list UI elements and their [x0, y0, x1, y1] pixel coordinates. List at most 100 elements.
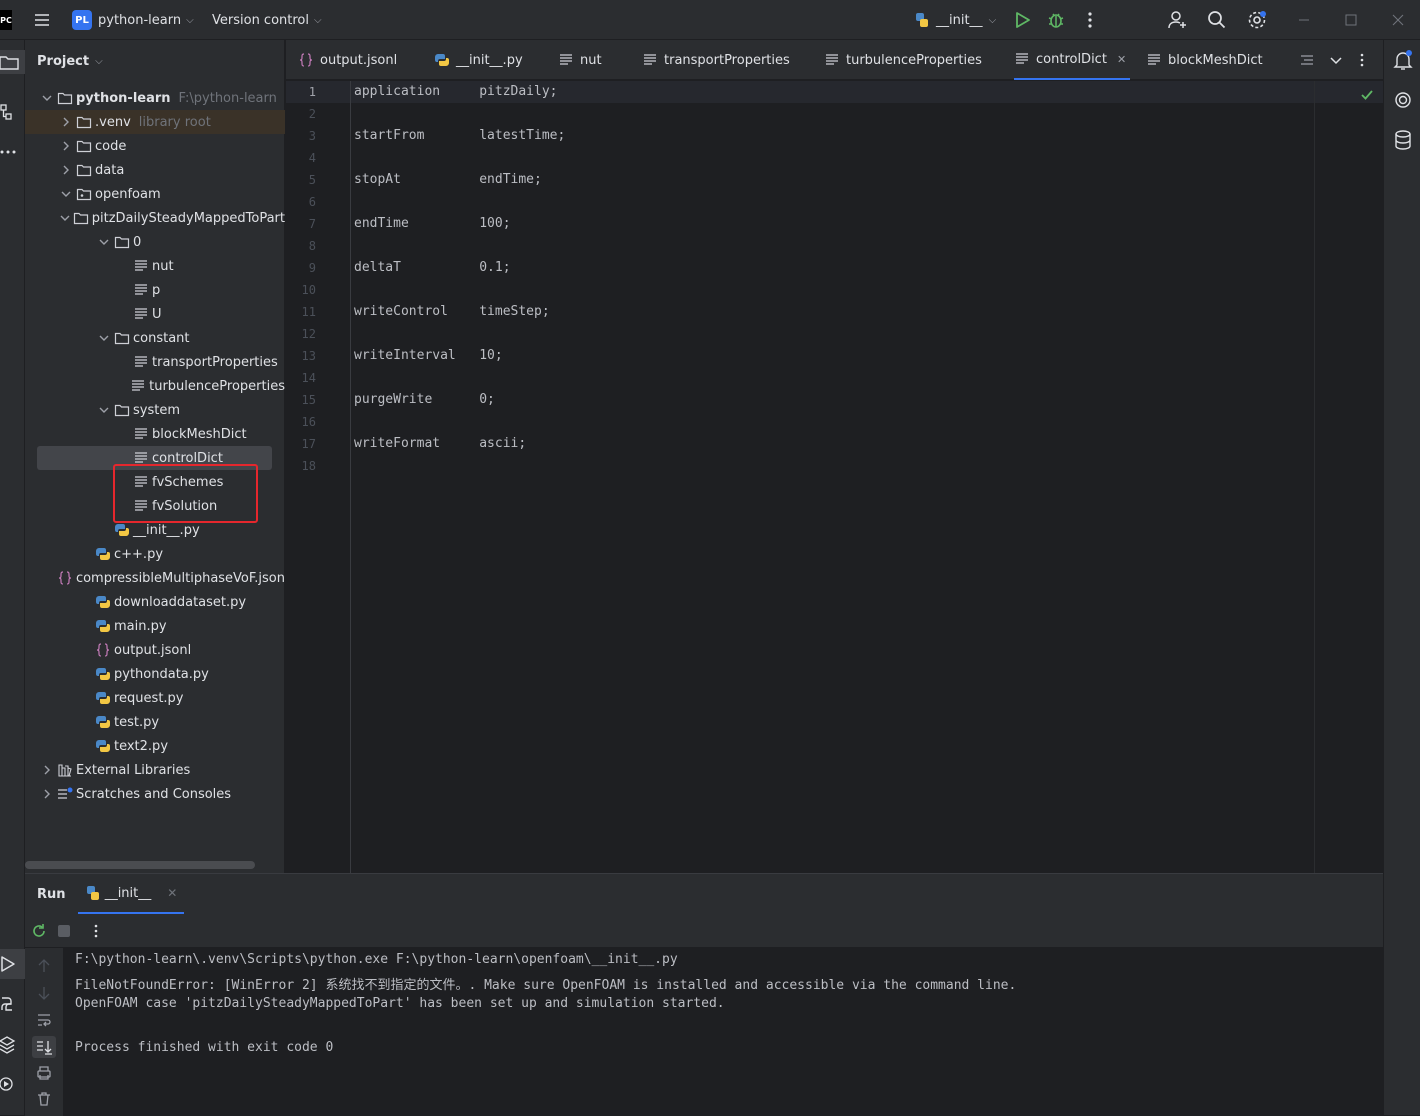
project-switcher[interactable]: PL python-learn ⌵ [72, 0, 194, 40]
editor-tab[interactable]: __init__.py [434, 40, 523, 80]
chevron-down-icon[interactable] [97, 405, 111, 415]
settings-button[interactable] [1245, 0, 1269, 40]
tree-item[interactable]: c++.py [25, 542, 285, 566]
editor-tab[interactable]: turbulenceProperties [824, 40, 982, 80]
tree-item[interactable]: python-learn F:\python-learn [25, 86, 285, 110]
tree-item[interactable]: downloaddataset.py [25, 590, 285, 614]
code-line[interactable]: stopAt endTime; [354, 172, 542, 187]
chevron-right-icon[interactable] [40, 765, 54, 775]
project-view-selector[interactable]: Project ⌵ [37, 50, 103, 72]
more-actions-button[interactable] [1080, 0, 1100, 40]
console-line[interactable]: OpenFOAM case 'pitzDailySteadyMappedToPa… [75, 996, 725, 1011]
tree-item[interactable]: compressibleMultiphaseVoF.json [25, 566, 285, 590]
console-line[interactable]: FileNotFoundError: [WinError 2] 系统找不到指定的… [75, 974, 1016, 993]
chevron-down-icon[interactable] [97, 333, 111, 343]
chevron-right-icon[interactable] [59, 117, 73, 127]
tree-item[interactable]: transportProperties [25, 350, 285, 374]
version-control-menu[interactable]: Version control ⌵ [212, 0, 322, 40]
code-line[interactable]: endTime 100; [354, 216, 511, 231]
chevron-right-icon[interactable] [59, 165, 73, 175]
code-line[interactable]: writeFormat ascii; [354, 436, 526, 451]
tree-item[interactable]: U [25, 302, 285, 326]
scroll-up-button[interactable] [36, 958, 52, 974]
editor-tab[interactable]: output.jsonl [298, 40, 397, 80]
database-button[interactable] [1392, 128, 1414, 152]
tree-item[interactable]: .venv library root [25, 110, 285, 134]
tree-item[interactable]: test.py [25, 710, 285, 734]
rerun-button[interactable] [30, 922, 48, 940]
tree-item[interactable]: pythondata.py [25, 662, 285, 686]
tree-item[interactable]: text2.py [25, 734, 285, 758]
editor-tab[interactable]: blockMeshDict [1146, 40, 1263, 80]
code-line[interactable]: deltaT 0.1; [354, 260, 511, 275]
main-menu-button[interactable] [30, 0, 54, 40]
tree-item[interactable]: blockMeshDict [25, 422, 285, 446]
structure-tool-button[interactable] [0, 100, 20, 124]
console-line[interactable]: F:\python-learn\.venv\Scripts\python.exe… [75, 952, 678, 967]
tab-list-button[interactable] [1299, 52, 1315, 68]
code-with-me-button[interactable] [1166, 0, 1190, 40]
tree-item[interactable]: constant [25, 326, 285, 350]
code-line[interactable]: startFrom latestTime; [354, 128, 565, 143]
code-editor[interactable]: 1 2 3 4 5 6 7 8 9 10 11 12 13 14 15 16 17 18 application … [286, 81, 1383, 873]
tree-item[interactable]: request.py [25, 686, 285, 710]
tree-item[interactable]: 0 [25, 230, 285, 254]
tree-item[interactable]: p [25, 278, 285, 302]
soft-wrap-button[interactable] [36, 1012, 52, 1028]
search-everywhere-button[interactable] [1205, 0, 1229, 40]
run-more-button[interactable] [88, 922, 104, 940]
horizontal-scrollbar[interactable] [25, 861, 255, 869]
tree-item[interactable]: Scratches and Consoles [25, 782, 285, 806]
minimize-button[interactable] [1296, 0, 1312, 40]
tree-item[interactable]: data [25, 158, 285, 182]
console-line[interactable]: Process finished with exit code 0 [75, 1040, 333, 1055]
ai-assistant-button[interactable] [1392, 88, 1414, 112]
code-line[interactable]: purgeWrite 0; [354, 392, 495, 407]
run-tab-init[interactable]: __init__ ✕ [78, 874, 184, 914]
code-line[interactable]: writeControl timeStep; [354, 304, 550, 319]
tree-item[interactable]: system [25, 398, 285, 422]
close-tab-icon[interactable]: ✕ [167, 886, 177, 900]
notifications-button[interactable] [1392, 48, 1414, 72]
close-window-button[interactable] [1390, 0, 1406, 40]
stop-icon[interactable] [58, 925, 70, 937]
chevron-down-icon[interactable] [97, 237, 111, 247]
project-tool-button[interactable] [0, 50, 25, 74]
code-line[interactable]: writeInterval 10; [354, 348, 503, 363]
editor-tab[interactable]: nut [558, 40, 602, 80]
code-line[interactable]: application pitzDaily; [354, 84, 558, 99]
editor-more-button[interactable] [1354, 52, 1370, 68]
print-button[interactable] [36, 1065, 52, 1081]
debug-button[interactable] [1044, 0, 1068, 40]
tree-item[interactable]: nut [25, 254, 285, 278]
run-tool-button[interactable] [0, 949, 25, 979]
close-tab-icon[interactable]: ✕ [1117, 53, 1126, 66]
chevron-down-icon[interactable] [40, 93, 54, 103]
tree-item[interactable]: pitzDailySteadyMappedToPart [25, 206, 285, 230]
version-control-label: Version control [212, 12, 309, 28]
tree-item[interactable]: main.py [25, 614, 285, 638]
python-packages-tool-button[interactable] [0, 992, 20, 1016]
inspection-status[interactable] [1360, 88, 1374, 102]
tree-item[interactable]: openfoam [25, 182, 285, 206]
tree-item[interactable]: turbulenceProperties [25, 374, 285, 398]
scroll-down-button[interactable] [36, 985, 52, 1001]
maximize-button[interactable] [1343, 0, 1359, 40]
clear-console-button[interactable] [36, 1091, 52, 1107]
chevron-down-icon[interactable] [60, 213, 70, 223]
services-tool-button[interactable] [0, 1072, 20, 1096]
scroll-to-end-button[interactable] [32, 1036, 56, 1058]
more-tools-button[interactable] [0, 140, 20, 164]
editor-tab[interactable]: controlDict ✕ [1014, 40, 1131, 80]
tree-item[interactable]: External Libraries [25, 758, 285, 782]
editor-tab[interactable]: transportProperties [642, 40, 790, 80]
run-button[interactable] [1010, 0, 1034, 40]
show-hidden-tabs-button[interactable] [1328, 52, 1344, 68]
layers-tool-button[interactable] [0, 1032, 20, 1056]
tree-item[interactable]: code [25, 134, 285, 158]
chevron-down-icon[interactable] [59, 189, 73, 199]
chevron-right-icon[interactable] [40, 789, 54, 799]
run-configuration-selector[interactable]: __init__ ⌵ [914, 0, 996, 40]
chevron-right-icon[interactable] [59, 141, 73, 151]
tree-item[interactable]: output.jsonl [25, 638, 285, 662]
